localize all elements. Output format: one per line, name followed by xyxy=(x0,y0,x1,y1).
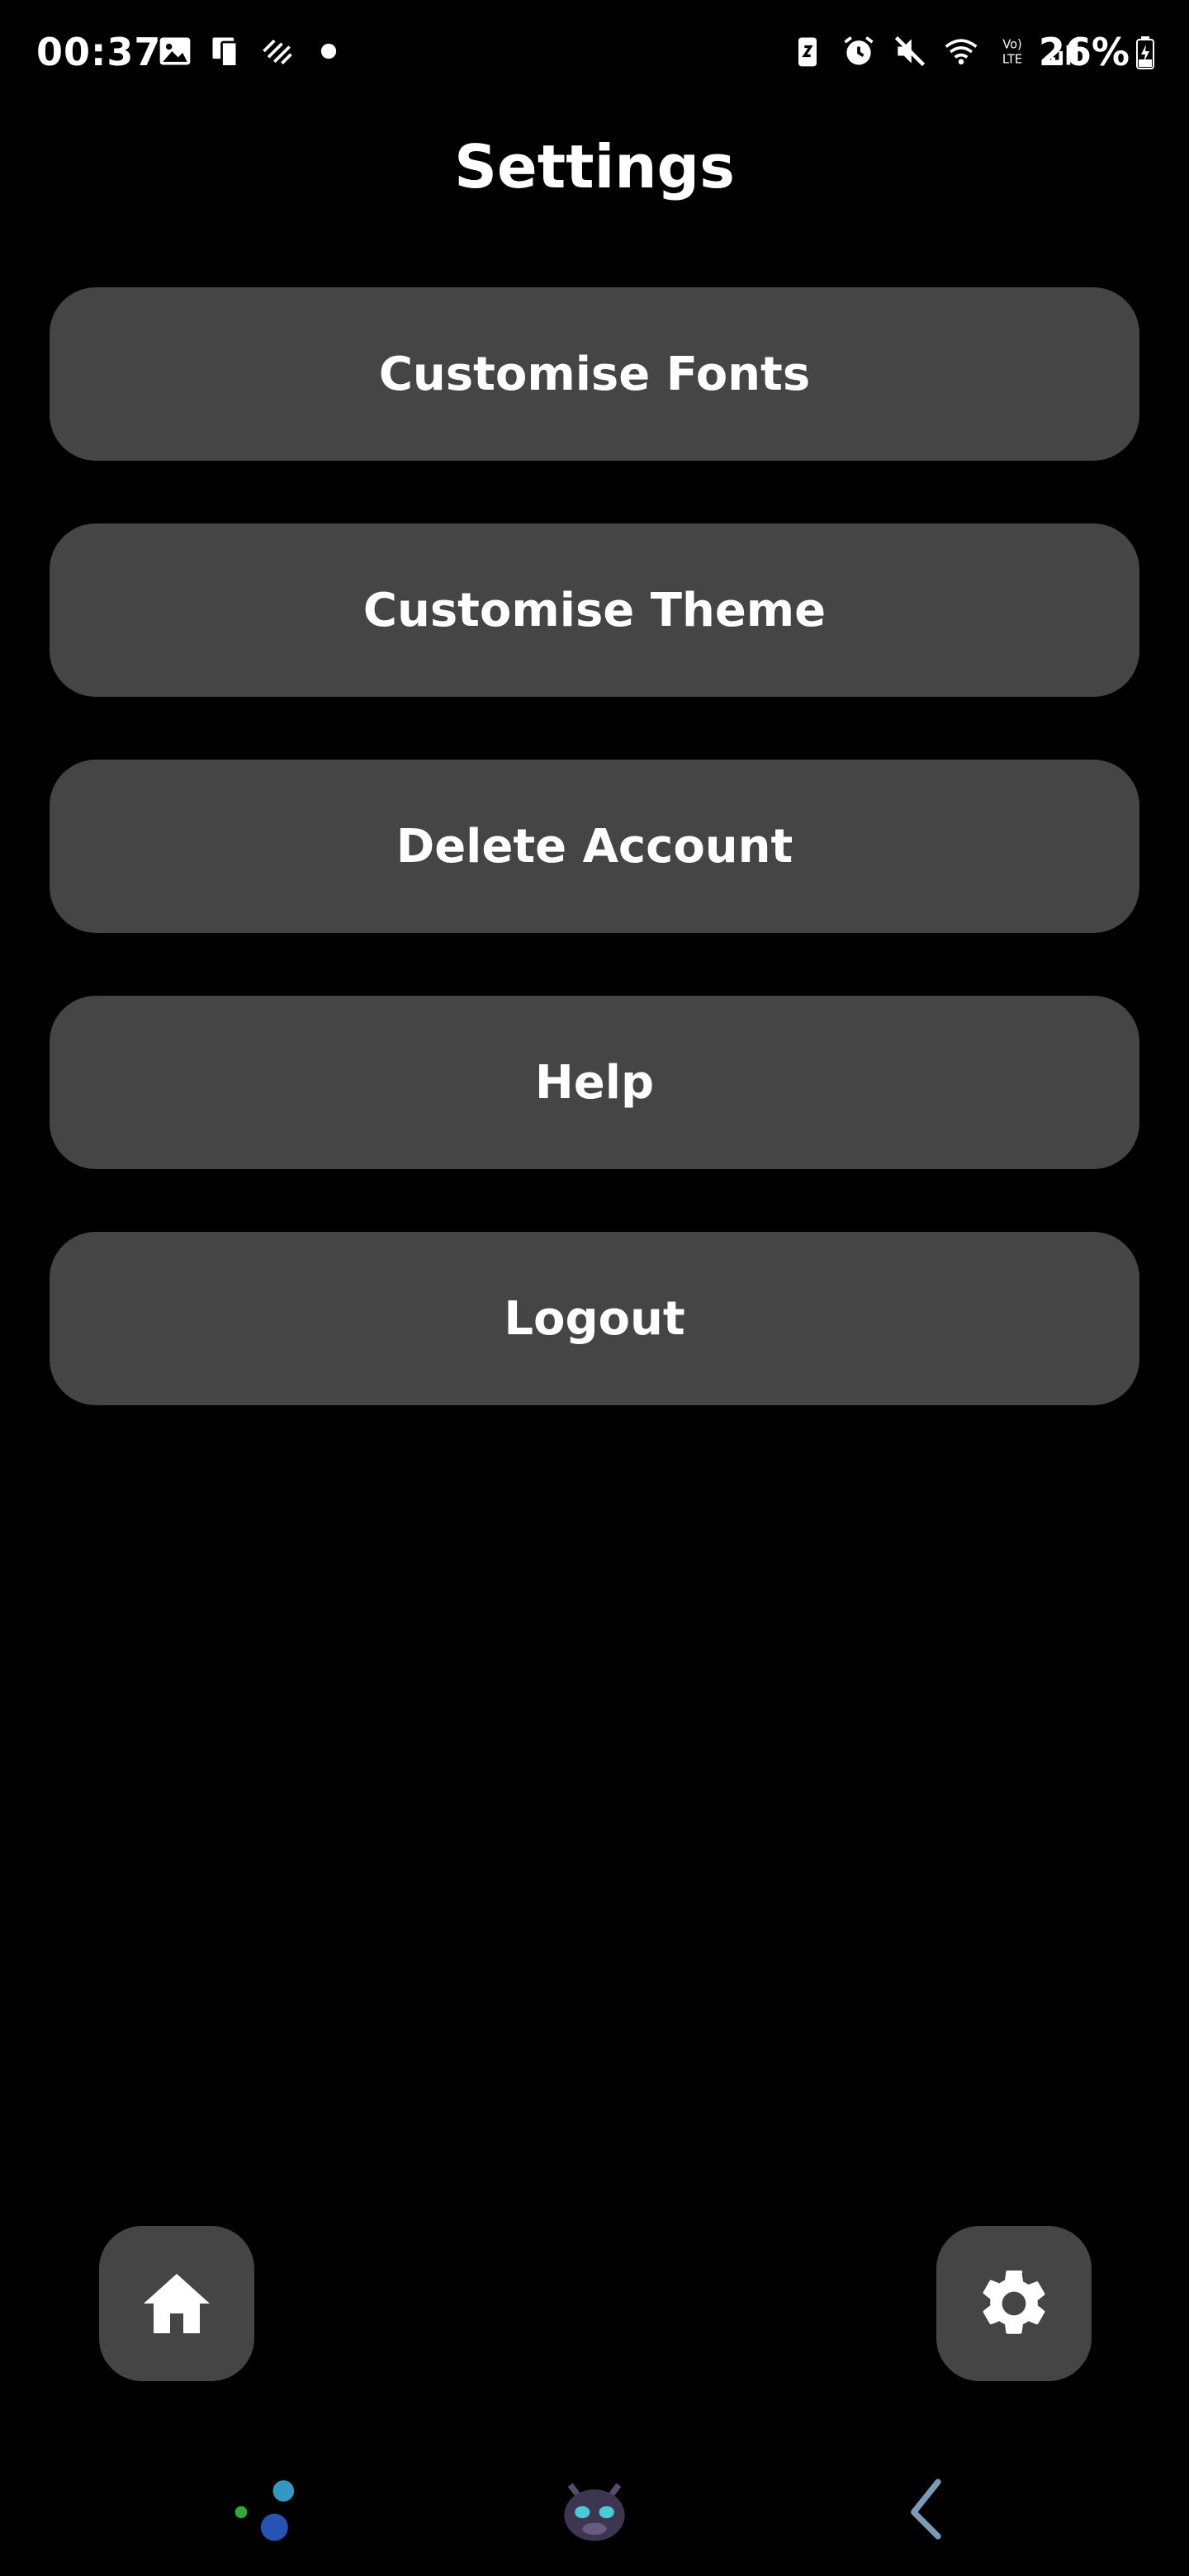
back-icon[interactable] xyxy=(883,2464,974,2555)
logout-button[interactable]: Logout xyxy=(50,1232,1139,1405)
svg-text:Vo): Vo) xyxy=(1002,37,1022,51)
status-right-icons: Vo) LTE xyxy=(789,33,1082,69)
system-nav-bar xyxy=(0,2444,1189,2576)
home-icon xyxy=(144,2274,210,2333)
home-button[interactable] xyxy=(99,2226,254,2381)
status-time: 00:37 xyxy=(36,30,162,74)
gallery-icon xyxy=(159,37,191,65)
status-left-icons xyxy=(157,33,347,69)
wifi-icon xyxy=(945,39,978,65)
customise-theme-button[interactable]: Customise Theme xyxy=(50,523,1139,697)
battery-percent: 26% xyxy=(1038,30,1130,74)
status-bar: 00:37 Vo) LTE 26% xyxy=(0,0,1189,107)
settings-list: Customise Fonts Customise Theme Delete A… xyxy=(50,287,1139,1468)
help-button[interactable]: Help xyxy=(50,996,1139,1169)
svg-text:LTE: LTE xyxy=(1002,53,1022,67)
dots-icon[interactable] xyxy=(223,2464,314,2555)
page-title: Settings xyxy=(454,132,735,201)
dragon-avatar-icon[interactable] xyxy=(549,2464,640,2555)
settings-screen: 00:37 Vo) LTE 26% Settings Customise Font… xyxy=(0,0,1189,2576)
settings-button[interactable] xyxy=(936,2226,1092,2381)
stripes-icon xyxy=(263,39,292,64)
device-icon xyxy=(212,37,239,68)
dot-icon xyxy=(320,43,337,59)
volte-icon: Vo) LTE xyxy=(1002,37,1022,67)
delete-account-button[interactable]: Delete Account xyxy=(50,760,1139,933)
battery-charging-icon xyxy=(1136,36,1154,69)
customise-fonts-button[interactable]: Customise Fonts xyxy=(50,287,1139,461)
gear-icon xyxy=(983,2270,1045,2334)
alarm-icon xyxy=(844,36,874,65)
battery-saver-icon xyxy=(798,37,817,67)
mute-icon xyxy=(894,36,926,67)
